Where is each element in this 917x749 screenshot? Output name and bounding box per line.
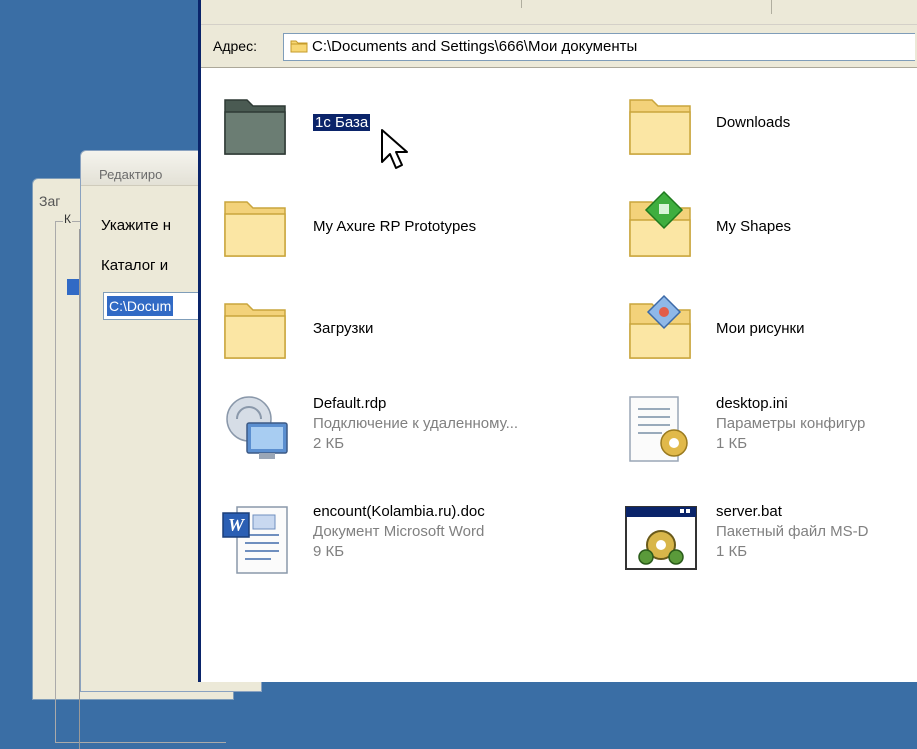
item-name: Мои рисунки — [716, 320, 805, 337]
address-input[interactable]: C:\Documents and Settings\666\Мои докуме… — [283, 33, 915, 61]
specify-label: Укажите н — [101, 217, 171, 234]
list-item-desktop-ini[interactable]: desktop.ini Параметры конфигур 1 КБ — [624, 393, 917, 483]
list-item-encount-doc[interactable]: W encount(Kolambia.ru).doc Документ Micr… — [219, 503, 609, 593]
item-size: 2 КБ — [313, 435, 345, 452]
catalog-label: Каталог и — [101, 257, 169, 274]
item-name: desktop.ini — [716, 395, 788, 412]
list-item-downloads[interactable]: Downloads — [624, 86, 824, 166]
word-document-icon: W — [222, 506, 288, 574]
item-size: 1 КБ — [716, 435, 748, 452]
explorer-window: Адрес: C:\Documents and Settings\666\Мои… — [198, 0, 917, 682]
list-item-default-rdp[interactable]: Default.rdp Подключение к удаленному... … — [219, 393, 609, 483]
address-value: C:\Documents and Settings\666\Мои докуме… — [312, 38, 638, 55]
batch-file-icon — [625, 506, 697, 570]
item-name: 1с База — [313, 114, 371, 131]
item-type: Параметры конфигур — [716, 415, 866, 432]
toolbar-separator — [771, 0, 772, 14]
toolbar-separator — [521, 0, 522, 8]
item-name: Загрузки — [313, 320, 374, 337]
shapes-folder-icon — [629, 190, 691, 257]
list-item-server-bat[interactable]: server.bat Пакетный файл MS-D 1 КБ — [624, 503, 917, 593]
config-file-icon — [629, 396, 688, 462]
svg-text:W: W — [228, 515, 246, 535]
dark-folder-icon — [224, 99, 286, 155]
remote-desktop-icon — [226, 396, 288, 459]
item-name: encount(Kolambia.ru).doc — [313, 503, 485, 520]
item-type: Пакетный файл MS-D — [716, 523, 869, 540]
list-item-zagruzki[interactable]: Загрузки — [219, 290, 409, 370]
item-name: server.bat — [716, 503, 782, 520]
address-bar: Адрес: C:\Documents and Settings\666\Мои… — [201, 25, 917, 68]
file-list: 1с База Downloads My Axure RP Prototypes — [201, 68, 917, 682]
item-size: 1 КБ — [716, 543, 748, 560]
background-dialog-title: Заг — [39, 193, 61, 209]
background-dialog-selected-item[interactable] — [67, 279, 79, 295]
item-name: My Shapes — [716, 218, 792, 235]
address-label: Адрес: — [213, 38, 257, 54]
item-name: My Axure RP Prototypes — [313, 218, 477, 235]
item-name: Default.rdp — [313, 395, 387, 412]
mouse-cursor-icon — [381, 129, 408, 169]
edit-dialog-title: Редактиро — [99, 167, 163, 182]
list-item-my-axure[interactable]: My Axure RP Prototypes — [219, 188, 559, 268]
path-input-value: C:\Docum — [107, 296, 174, 316]
toolbar — [201, 0, 917, 25]
item-size: 9 КБ — [313, 543, 345, 560]
list-item-my-shapes[interactable]: My Shapes — [624, 188, 824, 268]
item-type: Подключение к удаленному... — [313, 415, 519, 432]
folder-icon — [290, 40, 308, 53]
list-item-my-pictures[interactable]: Мои рисунки — [624, 290, 824, 370]
pictures-folder-icon — [629, 294, 691, 359]
background-dialog-group-label: К — [63, 212, 72, 226]
item-name: Downloads — [716, 114, 791, 131]
folder-icon — [629, 99, 691, 155]
folder-icon — [224, 201, 286, 257]
folder-icon — [224, 303, 286, 359]
item-type: Документ Microsoft Word — [313, 523, 485, 540]
